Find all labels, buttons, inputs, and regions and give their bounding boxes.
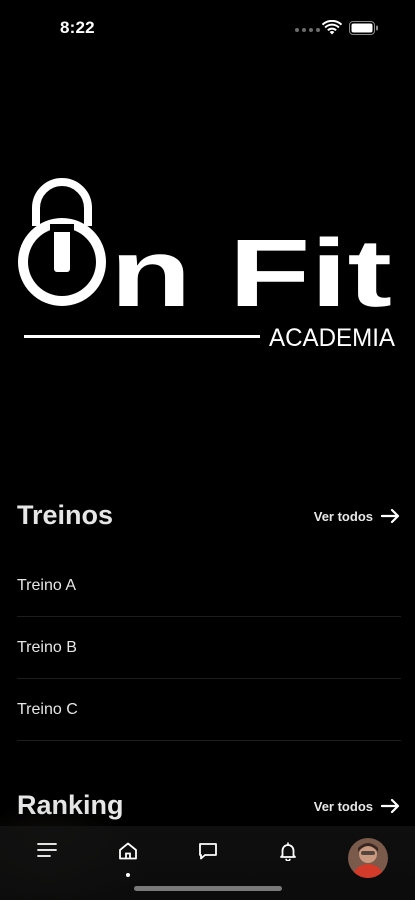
bell-icon xyxy=(280,842,296,861)
list-item[interactable]: Treino A xyxy=(17,555,401,617)
see-all-label: Ver todos xyxy=(313,508,373,524)
active-tab-dot xyxy=(126,873,130,877)
tab-menu[interactable] xyxy=(27,842,67,876)
workout-label: Treino B xyxy=(17,638,77,656)
list-item[interactable]: Treino B xyxy=(17,617,401,679)
status-bar: 8:22 xyxy=(0,0,415,56)
logo-brand-word: n Fit xyxy=(110,220,392,327)
workout-list: Treino A Treino B Treino C xyxy=(17,555,401,741)
tab-home[interactable] xyxy=(108,842,148,877)
avatar[interactable] xyxy=(348,838,388,878)
workouts-see-all-button[interactable]: Ver todos xyxy=(314,508,401,524)
status-time: 8:22 xyxy=(60,18,95,37)
see-all-label: Ver todos xyxy=(313,798,373,814)
chat-icon xyxy=(199,843,217,860)
menu-icon xyxy=(37,843,57,857)
ranking-see-all-button[interactable]: Ver todos xyxy=(314,798,401,814)
logo-subtitle: ACADEMIA xyxy=(269,324,395,352)
signal-dots-icon xyxy=(295,28,320,32)
battery-icon xyxy=(349,21,378,35)
tab-chat[interactable] xyxy=(188,842,228,876)
workout-label: Treino A xyxy=(17,576,76,594)
workout-label: Treino C xyxy=(17,700,78,718)
workouts-header: Treinos Ver todos xyxy=(17,500,401,540)
workouts-title: Treinos xyxy=(17,500,114,530)
avatar-image xyxy=(348,838,388,878)
on-fit-logo: n Fit ACADEMIA xyxy=(18,178,395,352)
arrow-right-icon xyxy=(381,798,400,814)
tab-notifications[interactable] xyxy=(268,842,308,876)
arrow-right-icon xyxy=(381,508,400,524)
wifi-icon xyxy=(322,20,342,35)
home-icon xyxy=(119,842,137,860)
home-indicator[interactable] xyxy=(134,886,282,891)
list-item[interactable]: Treino C xyxy=(17,679,401,741)
